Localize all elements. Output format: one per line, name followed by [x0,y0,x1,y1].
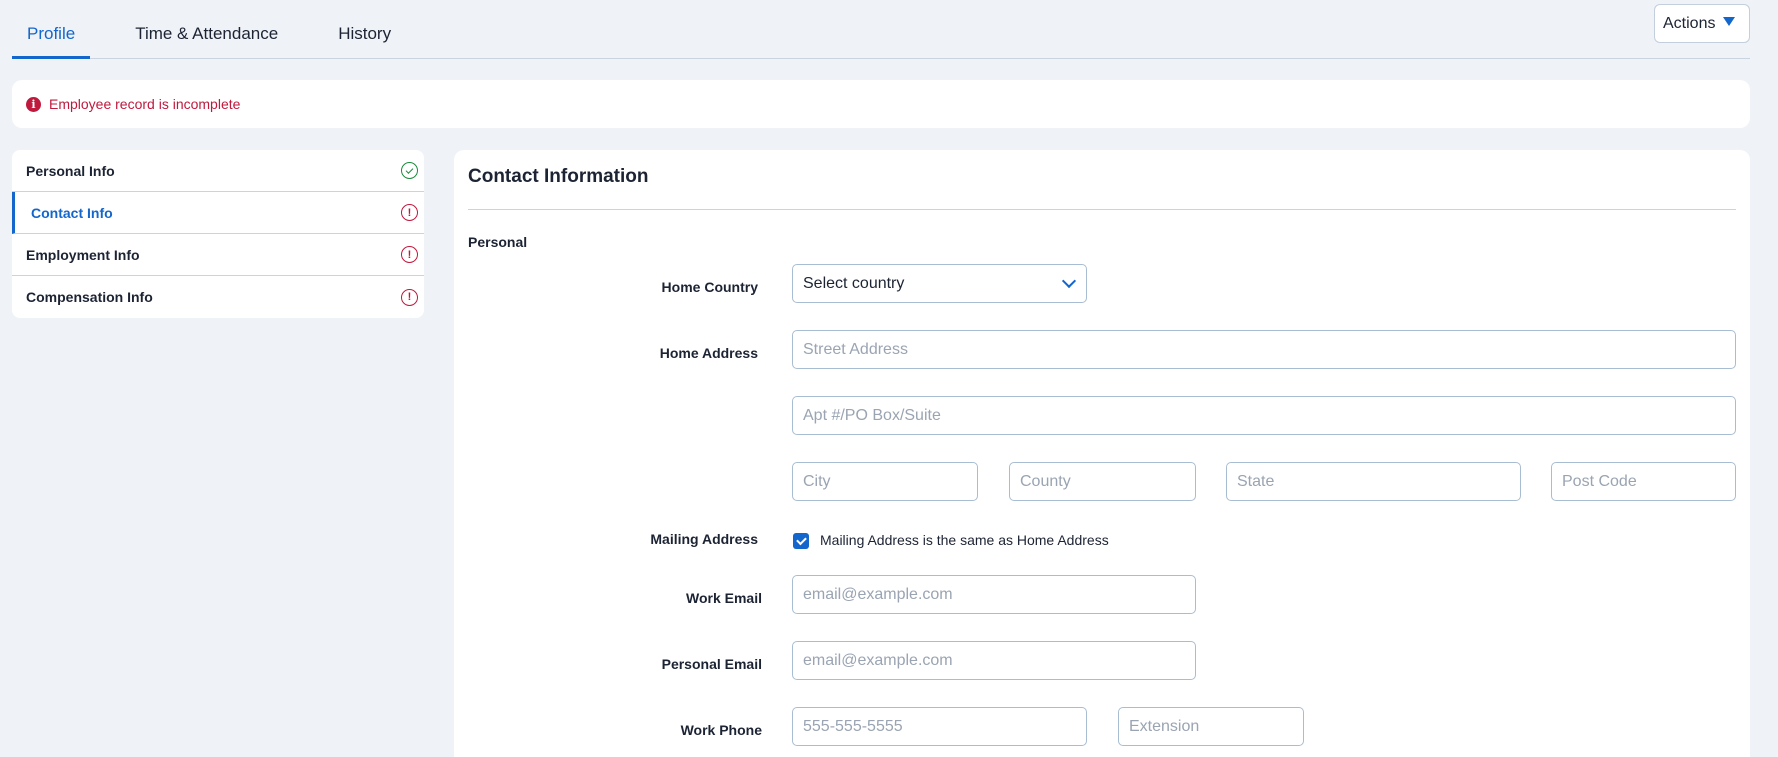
personal-email-input[interactable] [792,641,1196,680]
home-address-label: Home Address [659,345,758,361]
contact-information-panel: Contact Information Personal Home Countr… [454,150,1750,757]
extension-input[interactable] [1118,707,1304,746]
postcode-input[interactable] [1551,462,1736,501]
home-country-select[interactable]: Select country [792,264,1087,303]
tab-history[interactable]: History [323,0,406,58]
mailing-same-label[interactable]: Mailing Address is the same as Home Addr… [820,532,1109,548]
error-circle-icon: ! [401,288,418,306]
work-email-label: Work Email [686,590,762,606]
nav-item-contact-info[interactable]: Contact Info ! [12,192,424,234]
error-circle-icon: ! [401,246,418,263]
personal-email-label: Personal Email [661,656,762,672]
panel-title: Contact Information [468,166,649,187]
info-icon: i [26,96,41,112]
tab-profile[interactable]: Profile [12,0,91,59]
incomplete-record-alert: i Employee record is incomplete [12,80,1750,128]
county-input[interactable] [1009,462,1196,501]
city-input[interactable] [792,462,978,501]
section-title-personal: Personal [468,234,528,250]
nav-item-label: Personal Info [26,162,115,179]
home-country-label: Home Country [661,279,758,295]
street-address-input[interactable] [792,330,1736,369]
nav-item-label: Compensation Info [26,289,153,305]
actions-label: Actions [1663,14,1716,32]
apt-suite-input[interactable] [792,396,1736,435]
nav-item-compensation-info[interactable]: Compensation Info ! [12,276,424,318]
nav-item-label: Contact Info [31,204,113,221]
mailing-same-checkbox[interactable] [793,533,809,549]
nav-item-personal-info[interactable]: Personal Info [12,150,424,192]
work-email-input[interactable] [792,575,1196,614]
home-country-value: Select country [803,274,905,292]
divider [468,209,1736,210]
check-circle-icon [401,162,418,179]
mailing-address-label: Mailing Address [650,531,758,547]
section-nav: Personal Info Contact Info ! Employment … [12,150,424,318]
chevron-down-icon [1061,273,1077,288]
work-phone-input[interactable] [792,707,1087,746]
caret-down-icon [1723,17,1736,26]
error-circle-icon: ! [401,204,418,221]
nav-item-employment-info[interactable]: Employment Info ! [12,234,424,276]
actions-button[interactable]: Actions [1654,4,1750,43]
state-input[interactable] [1226,462,1521,501]
tab-bar: Profile Time & Attendance History [12,0,1750,59]
alert-text: Employee record is incomplete [49,96,241,112]
tab-time-attendance[interactable]: Time & Attendance [120,0,293,58]
nav-item-label: Employment Info [26,246,140,263]
work-phone-label: Work Phone [680,722,762,738]
